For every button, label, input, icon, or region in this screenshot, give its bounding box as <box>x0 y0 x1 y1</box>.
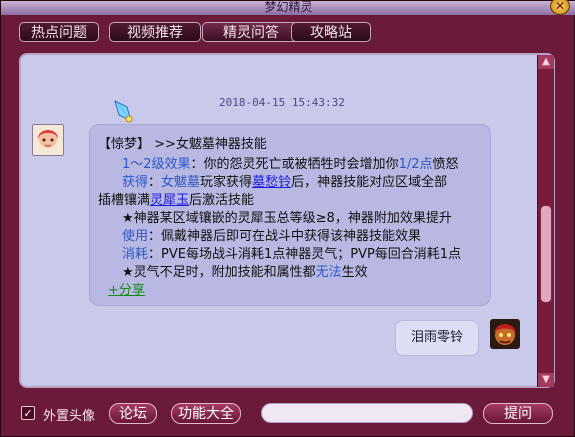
star2-highlight: 无法 <box>315 265 342 280</box>
effect-suffix: 愤怒 <box>432 157 459 172</box>
ask-button[interactable]: 提问 <box>483 403 553 424</box>
obtain-line: 获得：女魃墓玩家获得墓愁铃后，神器技能对应区域全部 <box>122 171 447 190</box>
effect-line: 1～2级效果：你的怨灵死亡或被牺牲时会增加你1/2点愤怒 <box>122 153 459 172</box>
slot-line: 插槽镶满灵犀玉后激活技能 <box>98 189 254 208</box>
slot-text: 插槽镶满 <box>98 193 151 208</box>
tab-hot-questions[interactable]: 热点问题 <box>19 22 99 42</box>
star2-text: ★灵气不足时，附加技能和属性都 <box>122 265 316 280</box>
share-link[interactable]: +分享 <box>108 279 145 298</box>
cost-line: 消耗：PVE每场战斗消耗1点神器灵气；PVP每回合消耗1点 <box>122 243 461 262</box>
assistant-message-bubble: 【惊梦】 >>女魃墓神器技能 1～2级效果：你的怨灵死亡或被牺牲时会增加你1/2… <box>89 124 491 306</box>
external-avatar-checkbox[interactable]: ✓ <box>21 406 35 420</box>
obtain-text-2: 后，神器技能对应区域全部 <box>291 175 448 190</box>
cost-label: 消耗 <box>122 247 149 262</box>
user-message-bubble: 泪雨零铃 <box>395 320 479 356</box>
obtain-text: 玩家获得 <box>200 175 253 190</box>
tab-video-recommend[interactable]: 视频推荐 <box>109 22 201 42</box>
star2-suffix: 生效 <box>341 265 368 280</box>
scroll-up-icon[interactable]: ▲ <box>538 55 554 69</box>
scroll-thumb[interactable] <box>540 205 552 303</box>
crystal-icon <box>114 100 133 123</box>
star-line-2: ★灵气不足时，附加技能和属性都无法生效 <box>122 261 368 280</box>
tab-guide-station[interactable]: 攻略站 <box>291 22 371 42</box>
effect-label: 1～2级效果 <box>122 157 191 172</box>
tab-spirit-qa[interactable]: 精灵问答 <box>202 22 300 42</box>
obtain-label: 获得 <box>122 175 149 190</box>
title-bar: 梦幻精灵 ✕ <box>1 0 575 15</box>
cost-text: ：PVE每场战斗消耗1点神器灵气；PVP每回合消耗1点 <box>148 247 462 262</box>
star-line-1: ★神器某区域镶嵌的灵犀玉总等级≥8，神器附加效果提升 <box>122 211 452 226</box>
effect-value: 1/2点 <box>398 157 433 172</box>
chat-scrollbar[interactable]: ▲ ▼ <box>537 55 554 387</box>
use-label: 使用 <box>122 229 149 244</box>
use-line: 使用：佩戴神器后即可在战斗中获得该神器技能效果 <box>122 225 421 244</box>
functions-button[interactable]: 功能大全 <box>171 403 241 424</box>
slot-text-2: 后激活技能 <box>189 193 255 208</box>
user-avatar <box>490 319 520 349</box>
item-link-mu-chou-ling[interactable]: 墓愁铃 <box>252 175 291 190</box>
window-title: 梦幻精灵 <box>264 0 313 14</box>
external-avatar-label: 外置头像 <box>43 409 96 424</box>
reply-topic: 【惊梦】 >>女魃墓神器技能 <box>98 137 267 152</box>
question-input[interactable] <box>261 403 473 423</box>
dialog-window: 梦幻精灵 ✕ 热点问题 视频推荐 精灵问答 攻略站 ▲ ▼ 2018-04-15… <box>0 0 575 437</box>
forum-button[interactable]: 论坛 <box>109 403 157 424</box>
item-link-ling-xi-yu[interactable]: 灵犀玉 <box>150 193 189 208</box>
obtain-sect: 女魃墓 <box>161 175 201 190</box>
message-timestamp: 2018-04-15 15:43:32 <box>219 96 345 109</box>
obtain-colon: ： <box>148 175 162 190</box>
assistant-avatar <box>32 124 64 156</box>
use-text: ：佩戴神器后即可在战斗中获得该神器技能效果 <box>148 229 422 244</box>
effect-text: ：你的怨灵死亡或被牺牲时会增加你 <box>190 157 399 172</box>
scroll-down-icon[interactable]: ▼ <box>538 373 554 387</box>
